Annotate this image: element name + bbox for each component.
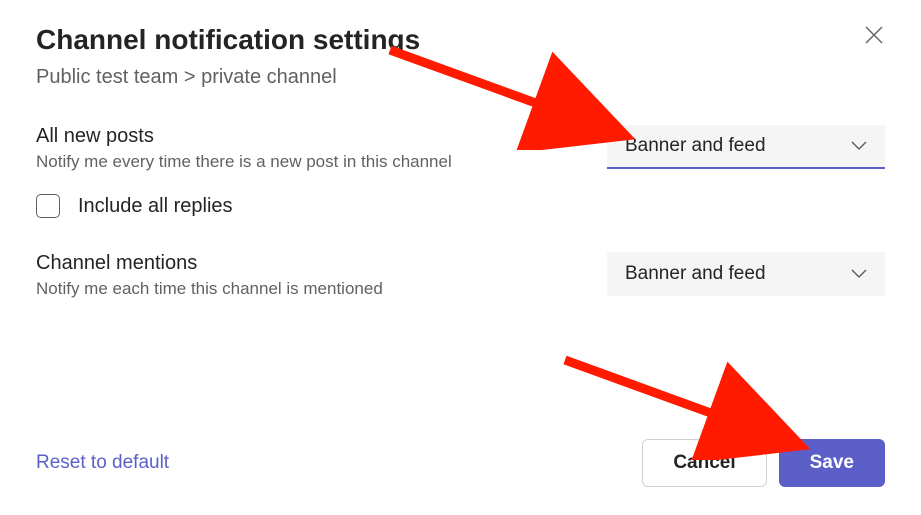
setting-title-all-new-posts: All new posts xyxy=(36,125,607,148)
dropdown-value-all-new-posts: Banner and feed xyxy=(625,135,766,157)
dropdown-value-channel-mentions: Banner and feed xyxy=(625,263,766,285)
save-button[interactable]: Save xyxy=(779,439,885,487)
close-icon xyxy=(865,24,883,49)
setting-all-new-posts: All new posts Notify me every time there… xyxy=(36,125,885,172)
setting-desc-channel-mentions: Notify me each time this channel is ment… xyxy=(36,279,607,299)
dialog-footer: Reset to default Cancel Save xyxy=(36,439,885,487)
chevron-down-icon xyxy=(851,141,867,151)
cancel-button[interactable]: Cancel xyxy=(642,439,766,487)
setting-title-channel-mentions: Channel mentions xyxy=(36,252,607,275)
setting-desc-all-new-posts: Notify me every time there is a new post… xyxy=(36,152,607,172)
breadcrumb: Public test team > private channel xyxy=(36,66,420,89)
dropdown-channel-mentions[interactable]: Banner and feed xyxy=(607,252,885,296)
checkbox-label-include-replies: Include all replies xyxy=(78,195,233,218)
dropdown-all-new-posts[interactable]: Banner and feed xyxy=(607,125,885,169)
checkbox-row-include-replies: Include all replies xyxy=(36,194,885,218)
reset-to-default-link[interactable]: Reset to default xyxy=(36,452,169,474)
dialog-title: Channel notification settings xyxy=(36,24,420,56)
setting-channel-mentions: Channel mentions Notify me each time thi… xyxy=(36,252,885,299)
close-button[interactable] xyxy=(863,24,885,50)
chevron-down-icon xyxy=(851,269,867,279)
checkbox-include-replies[interactable] xyxy=(36,194,60,218)
